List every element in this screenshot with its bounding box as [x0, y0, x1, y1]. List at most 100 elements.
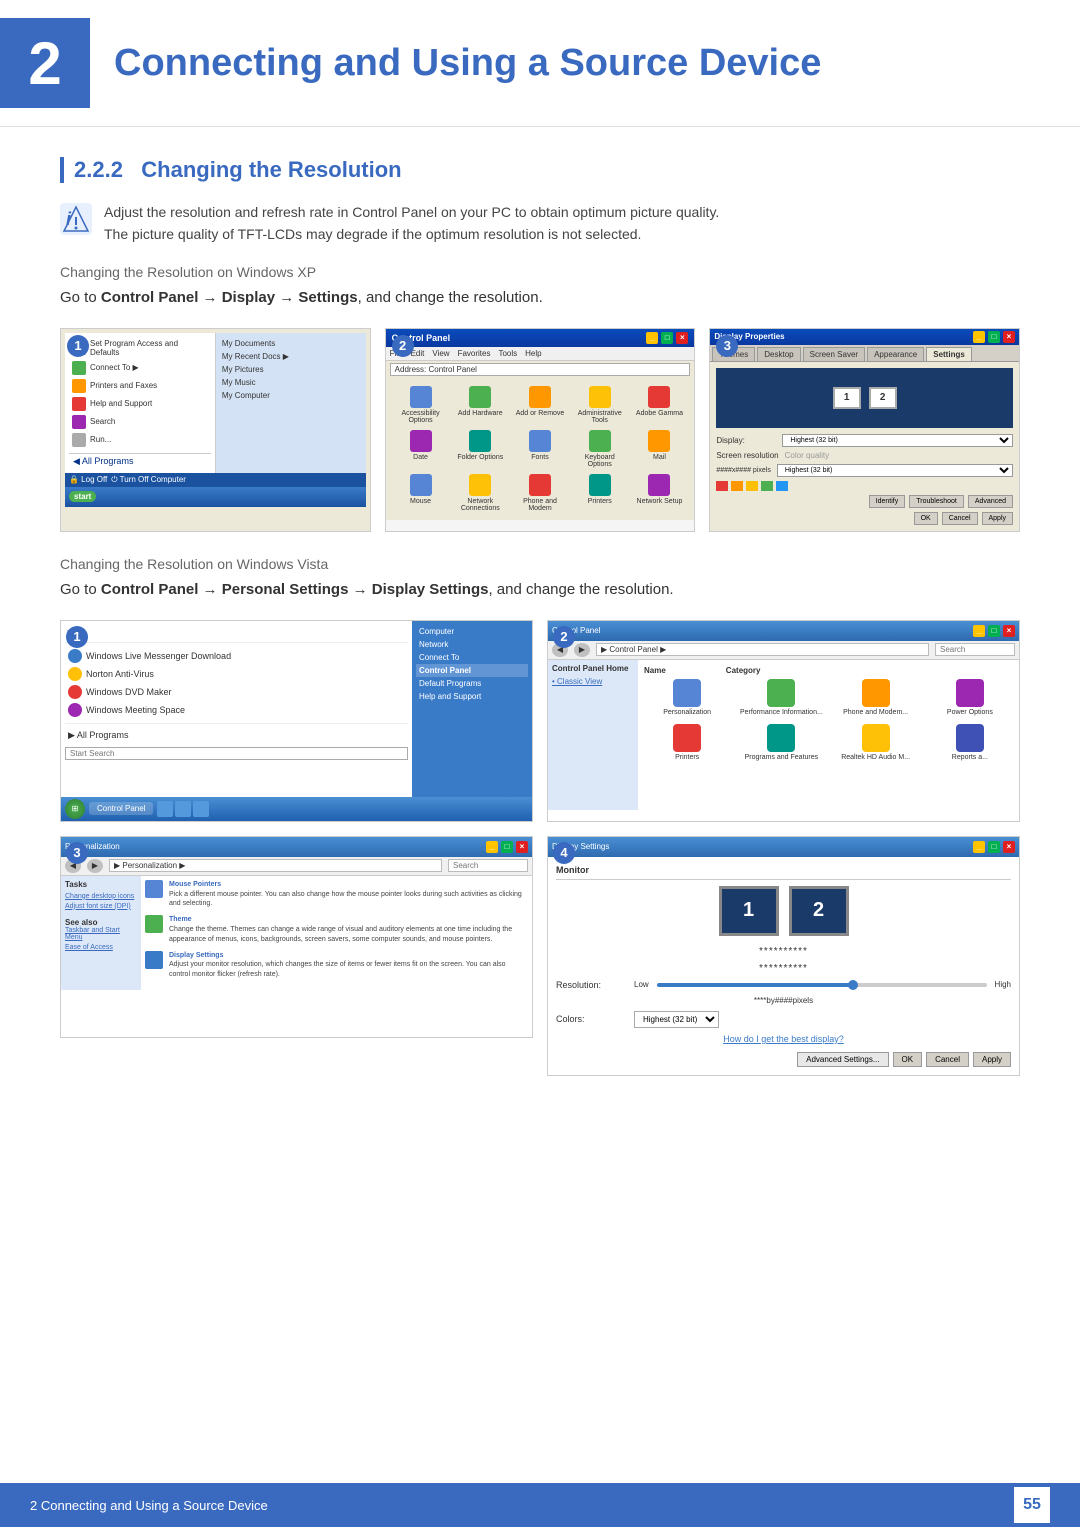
vista-cp-max[interactable]: □ — [988, 625, 1000, 637]
vista-personal-search[interactable] — [448, 859, 528, 872]
vista-cp-item[interactable]: Power Options — [927, 679, 1013, 716]
vista-start-button[interactable]: ⊞ — [65, 799, 85, 819]
vista-cp-item[interactable]: Phone and Modem... — [833, 679, 919, 716]
vista-ds-apply-btn[interactable]: Apply — [973, 1052, 1011, 1067]
vista-search-input[interactable] — [65, 747, 408, 760]
vista-menu-item: Norton Anti-Virus — [65, 665, 408, 683]
vista-cp-grid: Personalization Performance Information.… — [644, 679, 1013, 761]
vista-right-item[interactable]: Network — [416, 638, 528, 651]
vista-right-item[interactable]: Computer — [416, 625, 528, 638]
xp-screenshot-3: 3 Display Properties _ □ × Themes Deskto… — [709, 328, 1020, 532]
close-button[interactable]: × — [676, 332, 688, 344]
colors-select[interactable]: Highest (32 bit) — [634, 1011, 719, 1028]
vista-ds-min[interactable]: _ — [973, 841, 985, 853]
vista-menu-body: User Windows Live Messenger Download Nor… — [61, 621, 532, 797]
advanced-settings-btn[interactable]: Advanced Settings... — [797, 1052, 888, 1067]
vista-screenshot-4: 4 Display Settings _ □ × Monitor — [547, 836, 1020, 1076]
vista-ds-cancel-btn[interactable]: Cancel — [926, 1052, 969, 1067]
vista-right-item[interactable]: Default Programs — [416, 677, 528, 690]
dp-troubleshoot-btn[interactable]: Troubleshoot — [909, 495, 964, 508]
vista-cp-item[interactable]: Performance Information... — [738, 679, 824, 716]
cp-icon-item[interactable]: Date — [394, 430, 448, 468]
monitor-section-label: Monitor — [556, 865, 1011, 880]
vista-resolution-value-row: ****by####pixels — [556, 996, 1011, 1005]
cp-icon-item[interactable]: Printers — [573, 474, 627, 512]
cp-address-bar[interactable]: Address: Control Panel — [390, 363, 691, 376]
all-programs[interactable]: ◀ All Programs — [69, 454, 211, 469]
cp-icon-item[interactable]: Accessibility Options — [394, 386, 448, 424]
vista-personal-min[interactable]: _ — [486, 841, 498, 853]
dp-color-select[interactable]: Highest (32 bit) — [777, 464, 1013, 477]
cp-icon — [589, 386, 611, 408]
ease-of-access[interactable]: Ease of Access — [65, 944, 137, 951]
all-programs[interactable]: ▶ All Programs — [65, 728, 408, 743]
adjust-font-size[interactable]: Adjust font size (DPI) — [65, 903, 137, 910]
dp-ok-btn[interactable]: OK — [914, 512, 938, 525]
vista-cp-address[interactable]: ▶ Control Panel ▶ — [596, 643, 929, 656]
vista-start-menu: User Windows Live Messenger Download Nor… — [61, 621, 532, 821]
vista-personal-close[interactable]: × — [516, 841, 528, 853]
cp-icon — [410, 474, 432, 496]
dp-tab-desktop[interactable]: Desktop — [757, 347, 800, 361]
cp-icon-item[interactable]: Add or Remove — [513, 386, 567, 424]
xp-start-button[interactable]: start — [69, 491, 96, 502]
vista-ds-close[interactable]: × — [1003, 841, 1015, 853]
dp-cancel-btn[interactable]: Cancel — [942, 512, 978, 525]
vista-right-item[interactable]: Help and Support — [416, 690, 528, 703]
vista-cp-item[interactable]: Printers — [644, 724, 730, 761]
vista-forward-btn[interactable]: ▶ — [574, 643, 590, 657]
dp-tab-screensaver[interactable]: Screen Saver — [803, 347, 865, 361]
vista-right-item[interactable]: Connect To — [416, 651, 528, 664]
cp-icon-item[interactable]: Adobe Gamma — [633, 386, 687, 424]
vista-taskbar-cp[interactable]: Control Panel — [89, 802, 153, 815]
vista-ds-ok-btn[interactable]: OK — [893, 1052, 923, 1067]
vista-classic-view[interactable]: • Classic View — [552, 677, 634, 686]
resolution-slider[interactable] — [657, 983, 987, 987]
vista-cp-min[interactable]: _ — [973, 625, 985, 637]
best-display-link[interactable]: How do I get the best display? — [723, 1034, 844, 1044]
cp-titlebar: Control Panel _ □ × — [386, 329, 695, 347]
cp-icon-item[interactable]: Fonts — [513, 430, 567, 468]
dp-apply-btn[interactable]: Apply — [982, 512, 1014, 525]
chapter-number-box: 2 — [0, 18, 90, 108]
vista-ds-max[interactable]: □ — [988, 841, 1000, 853]
vista-cp-item[interactable]: Programs and Features — [738, 724, 824, 761]
change-desktop-icons[interactable]: Change desktop icons — [65, 893, 137, 900]
colors-label: Colors: — [556, 1014, 626, 1024]
cp-icon-item[interactable]: Administrative Tools — [573, 386, 627, 424]
vista-personal-max[interactable]: □ — [501, 841, 513, 853]
dp-maximize[interactable]: □ — [988, 331, 1000, 343]
vista-cp-item[interactable]: Realtek HD Audio M... — [833, 724, 919, 761]
cp-icon-item[interactable]: Add Hardware — [453, 386, 507, 424]
vista-personal-address[interactable]: ▶ Personalization ▶ — [109, 859, 442, 872]
vista-cp-icon — [956, 724, 984, 752]
cp-icon-item[interactable]: Mail — [633, 430, 687, 468]
vista-cp-item[interactable]: Personalization — [644, 679, 730, 716]
cp-icon-item[interactable]: Mouse — [394, 474, 448, 512]
dp-tab-appearance[interactable]: Appearance — [867, 347, 924, 361]
dp-identify-btn[interactable]: Identify — [869, 495, 906, 508]
cp-icon-item[interactable]: Network Connections — [453, 474, 507, 512]
maximize-button[interactable]: □ — [661, 332, 673, 344]
cp-icon — [469, 386, 491, 408]
taskbar-start-menu[interactable]: Taskbar and Start Menu — [65, 927, 137, 941]
dp-display-select[interactable]: Highest (32 bit) — [782, 434, 1013, 447]
cp-icon-item[interactable]: Network Setup — [633, 474, 687, 512]
vista-cp-icon — [862, 679, 890, 707]
cp-icon-item[interactable]: Keyboard Options — [573, 430, 627, 468]
vista-cp-search[interactable] — [935, 643, 1015, 656]
xp-screenshots-row: 1 Set Program Access and Defaults Connec… — [60, 328, 1020, 532]
dp-close[interactable]: × — [1003, 331, 1015, 343]
cp-icon-item[interactable]: Folder Options — [453, 430, 507, 468]
vista-cp-close[interactable]: × — [1003, 625, 1015, 637]
dp-tab-settings[interactable]: Settings — [926, 347, 972, 361]
vista-personal-fwd[interactable]: ▶ — [87, 859, 103, 873]
cp-icon-item[interactable]: Phone and Modem — [513, 474, 567, 512]
vista-cp-item[interactable]: Reports a... — [927, 724, 1013, 761]
minimize-button[interactable]: _ — [646, 332, 658, 344]
dp-advanced-btn[interactable]: Advanced — [968, 495, 1013, 508]
dp-minimize[interactable]: _ — [973, 331, 985, 343]
vista-control-panel-item[interactable]: Control Panel — [416, 664, 528, 677]
xp-sub-heading: Changing the Resolution on Windows XP — [60, 264, 1020, 280]
cp-icon — [410, 386, 432, 408]
